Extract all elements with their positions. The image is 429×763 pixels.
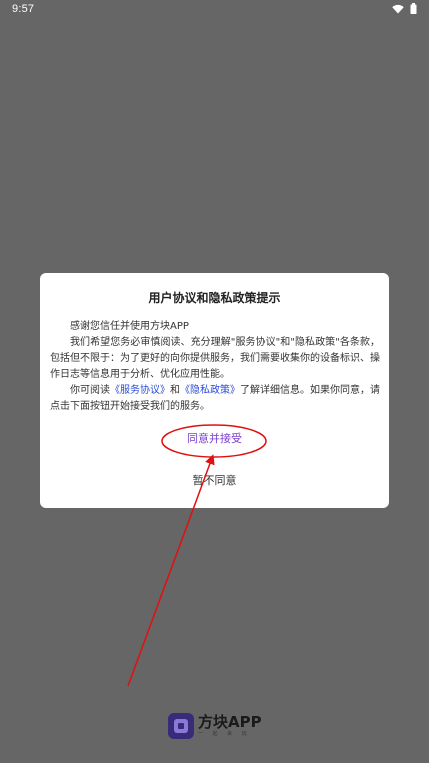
disagree-button[interactable]: 暂不同意 bbox=[40, 472, 389, 488]
privacy-dialog: 用户协议和隐私政策提示 感谢您信任并使用方块APP 我们希望您务必审慎阅读、充分… bbox=[40, 273, 389, 508]
status-icons bbox=[392, 3, 417, 17]
service-agreement-link[interactable]: 《服务协议》 bbox=[110, 385, 170, 396]
brand-logo-icon bbox=[168, 713, 194, 739]
dialog-paragraph-2: 我们希望您务必审慎阅读、充分理解"服务协议"和"隐私政策"各条款，包括但不限于：… bbox=[50, 337, 380, 380]
dialog-paragraph-3: 你可阅读《服务协议》和《隐私政策》了解详细信息。如果你同意，请点击下面按钮开始接… bbox=[50, 383, 380, 415]
dialog-title: 用户协议和隐私政策提示 bbox=[148, 291, 281, 305]
and-text: 和 bbox=[170, 385, 180, 396]
privacy-policy-link[interactable]: 《隐私政策》 bbox=[180, 385, 240, 396]
status-bar: 9:57 bbox=[0, 0, 429, 22]
brand-text: 方块APP 一 起 来 玩 bbox=[198, 715, 262, 737]
brand-name: 方块APP bbox=[198, 713, 262, 731]
dialog-paragraph-1: 感谢您信任并使用方块APP bbox=[70, 321, 189, 332]
agree-button[interactable]: 同意并接受 bbox=[40, 430, 389, 446]
brand-subtitle: 一 起 来 玩 bbox=[198, 731, 251, 737]
dialog-body: 感谢您信任并使用方块APP 我们希望您务必审慎阅读、充分理解"服务协议"和"隐私… bbox=[50, 319, 380, 415]
wifi-icon bbox=[392, 4, 404, 17]
para3-prefix: 你可阅读 bbox=[70, 385, 110, 396]
status-time: 9:57 bbox=[12, 3, 35, 15]
battery-icon bbox=[410, 3, 417, 17]
brand-logo-area: 方块APP 一 起 来 玩 bbox=[168, 713, 262, 739]
